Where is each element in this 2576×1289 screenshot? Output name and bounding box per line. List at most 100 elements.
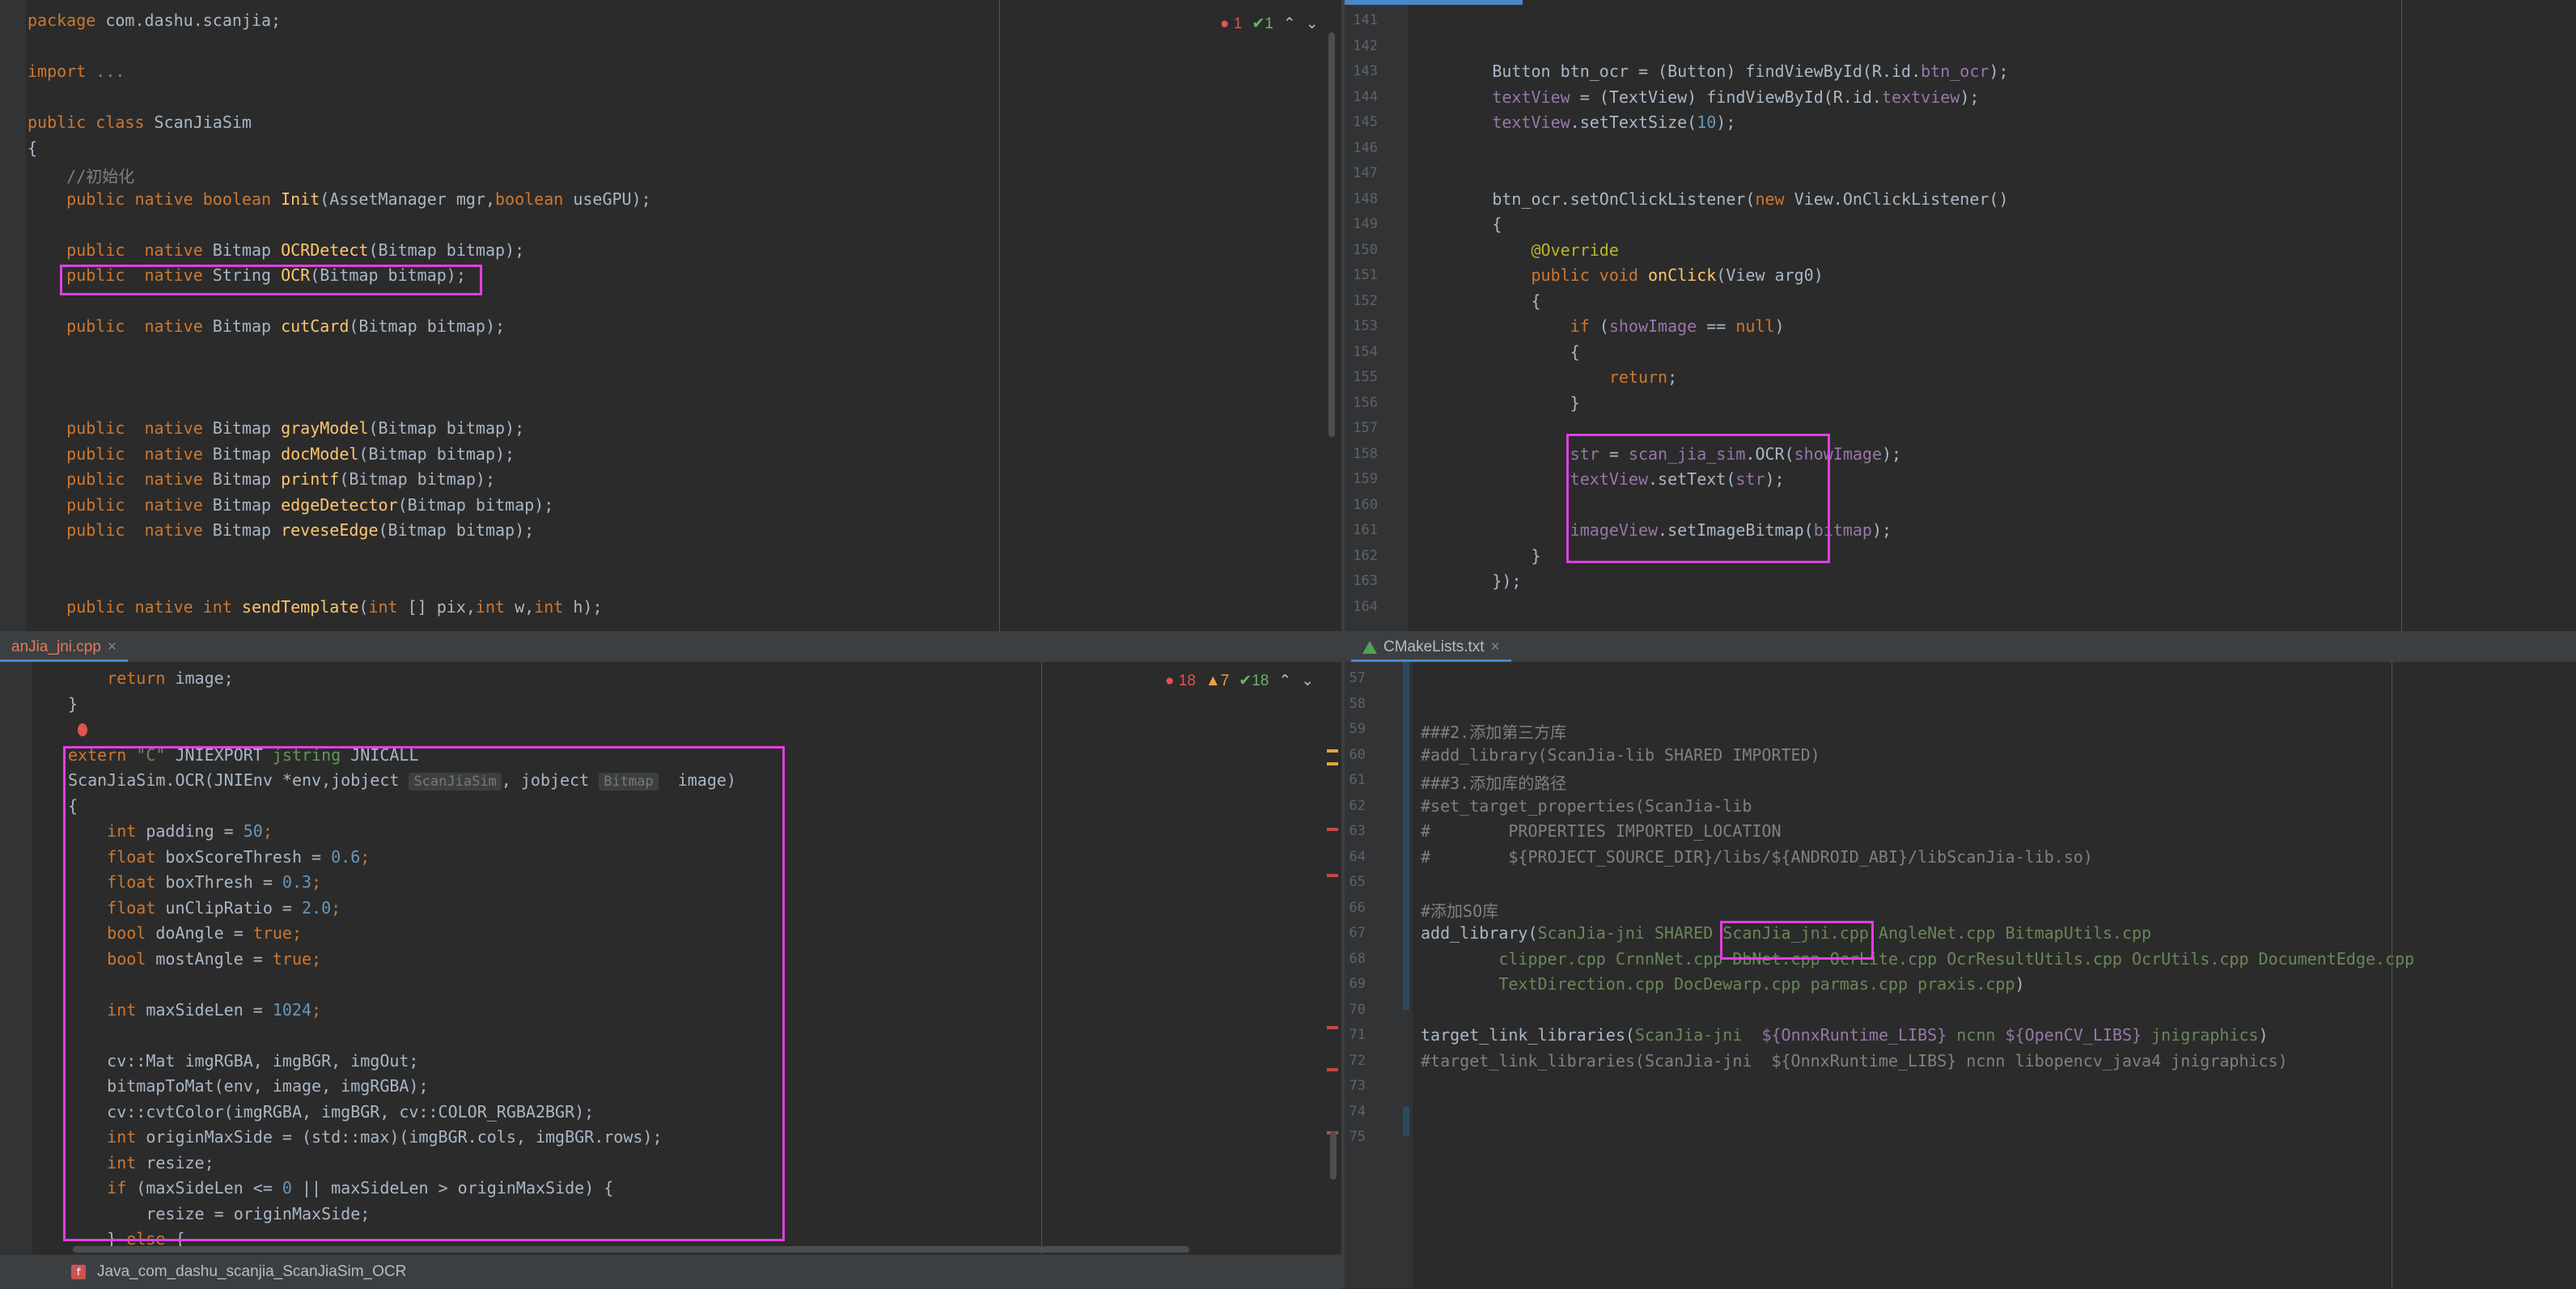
line-number: 161 xyxy=(1353,522,1378,538)
code-token: onClick xyxy=(1647,265,1717,285)
code-line[interactable]: public native boolean Init(AssetManager … xyxy=(28,189,651,209)
code-token: return xyxy=(68,668,176,688)
horizontal-scrollbar[interactable] xyxy=(73,1246,1189,1253)
code-token: # ${PROJECT_SOURCE_DIR}/libs/${ANDROID_A… xyxy=(1421,846,2093,867)
line-number: 142 xyxy=(1353,37,1378,54)
code-line[interactable]: return image; xyxy=(68,668,234,688)
code-line[interactable]: } xyxy=(68,694,78,714)
code-token: #set_target_properties(ScanJia-lib xyxy=(1421,795,1752,816)
code-line[interactable]: //初始化 xyxy=(28,163,134,187)
line-number: 68 xyxy=(1349,950,1366,967)
code-line[interactable]: #target_link_libraries(ScanJia-jni ${Onn… xyxy=(1421,1051,2288,1071)
code-line[interactable]: textView = (TextView) findViewById(R.id.… xyxy=(1414,87,1979,107)
chevron-up-icon[interactable]: ⌃ xyxy=(1283,15,1296,33)
code-token: ) xyxy=(1774,316,1785,336)
code-line[interactable]: textView.setTextSize(10); xyxy=(1414,112,1735,132)
vertical-scrollbar[interactable] xyxy=(1330,1131,1337,1180)
code-line[interactable]: public native Bitmap OCRDetect(Bitmap bi… xyxy=(28,240,524,260)
code-token: ); xyxy=(1882,443,1902,464)
close-icon[interactable]: × xyxy=(1491,638,1500,656)
line-number: 144 xyxy=(1353,88,1378,105)
tab-scanjia-jni-cpp[interactable]: anJia_jni.cpp × xyxy=(0,634,129,662)
code-token: .setTextSize( xyxy=(1570,112,1697,132)
code-token: textView xyxy=(1414,87,1580,107)
code-line[interactable]: if (showImage == null) xyxy=(1414,316,1785,336)
code-token: printf xyxy=(281,469,340,489)
line-number: 158 xyxy=(1353,445,1378,462)
code-line[interactable]: TextDirection.cpp DocDewarp.cpp parmas.c… xyxy=(1421,974,2024,994)
code-line[interactable]: #set_target_properties(ScanJia-lib xyxy=(1421,796,1752,816)
line-number: 150 xyxy=(1353,241,1378,258)
vertical-scrollbar[interactable] xyxy=(1328,32,1335,437)
code-line[interactable]: { xyxy=(1414,342,1580,362)
code-token: ncnn xyxy=(1956,1025,2006,1045)
chevron-down-icon[interactable]: ⌄ xyxy=(1306,15,1319,33)
code-token: new xyxy=(1755,189,1794,209)
code-token: ${OnnxRuntime_LIBS} xyxy=(1761,1025,1957,1045)
code-token: (Bitmap bitmap); xyxy=(378,520,535,540)
code-line[interactable]: import ... xyxy=(28,61,125,81)
breadcrumb[interactable]: Java_com_dashu_scanjia_ScanJiaSim_OCR xyxy=(97,1263,406,1281)
line-number: 141 xyxy=(1353,12,1378,28)
changed-lines-bar xyxy=(1403,1107,1409,1136)
close-icon[interactable]: × xyxy=(108,638,117,656)
code-line[interactable]: # PROPERTIES IMPORTED_LOCATION xyxy=(1421,821,1782,841)
code-line[interactable]: public native Bitmap printf(Bitmap bitma… xyxy=(28,469,495,489)
code-token: com.dashu.scanjia; xyxy=(105,11,282,30)
code-line[interactable]: ###2.添加第三方库 xyxy=(1421,719,1566,743)
line-number: 143 xyxy=(1353,63,1378,79)
code-token: public native boolean xyxy=(28,189,282,209)
inspection-badge[interactable]: ● 18 ▲7 ✔18 ⌃ ⌄ xyxy=(1165,672,1314,690)
code-line[interactable]: clipper.cpp CrnnNet.cpp DbNet.cpp OcrLit… xyxy=(1421,949,2414,969)
code-token: return xyxy=(1414,367,1668,387)
code-line[interactable]: Button btn_ocr = (Button) findViewById(R… xyxy=(1414,61,2008,81)
code-line[interactable]: public void onClick(View arg0) xyxy=(1414,265,1823,285)
inspection-badge[interactable]: ● 1 ✔1 ⌃ ⌄ xyxy=(1220,15,1319,33)
code-line[interactable]: return; xyxy=(1414,367,1677,387)
editor-pane-scanjiasim-java[interactable]: package com.dashu.scanjia; import ... publ… xyxy=(0,0,1341,631)
code-line[interactable]: public native Bitmap grayModel(Bitmap bi… xyxy=(28,418,524,438)
tab-bar: CMakeLists.txt × xyxy=(1345,634,2576,663)
code-line[interactable]: #添加SO库 xyxy=(1421,898,1498,922)
code-token: public native xyxy=(28,316,213,336)
editor-pane-scanjia-jni-cpp[interactable]: return image;} extern "C" JNIEXPORT jstri… xyxy=(0,662,1341,1254)
code-line[interactable]: }); xyxy=(1414,571,1521,591)
code-line[interactable]: } xyxy=(1414,546,1540,566)
code-token: (Bitmap bitmap); xyxy=(368,418,525,438)
code-line[interactable]: { xyxy=(1414,214,1502,234)
code-token: textview xyxy=(1881,87,1960,107)
tab-label: anJia_jni.cpp xyxy=(11,638,101,655)
code-line[interactable]: public native Bitmap cutCard(Bitmap bitm… xyxy=(28,316,505,336)
code-line[interactable]: public native Bitmap reveseEdge(Bitmap b… xyxy=(28,520,534,540)
code-token: #add_library(ScanJia-lib SHARED IMPORTED… xyxy=(1421,744,1820,765)
code-token: #target_link_libraries(ScanJia-jni ${Onn… xyxy=(1421,1050,2288,1071)
code-token: cutCard xyxy=(281,316,350,336)
code-line[interactable]: ###3.添加库的路径 xyxy=(1421,770,1566,794)
code-line[interactable]: package com.dashu.scanjia; xyxy=(28,11,281,30)
code-line[interactable]: @Override xyxy=(1414,240,1618,260)
editor-pane-activity-java[interactable]: 141 142 143 144 145 146 147 148 149 150 151 152 153 1… xyxy=(1345,0,2576,631)
code-line[interactable]: public native Bitmap docModel(Bitmap bit… xyxy=(28,444,515,464)
line-number: 57 xyxy=(1349,670,1366,686)
editor-pane-cmakelists[interactable]: 57 58 59 60 61 62 63 64 65 66 67 68 69 70 71 72 73 74 75 #… xyxy=(1345,662,2576,1288)
code-token: 10 xyxy=(1697,112,1717,132)
line-number: 66 xyxy=(1349,899,1366,916)
code-token: #添加SO库 xyxy=(1421,901,1499,921)
bulb-icon[interactable] xyxy=(78,723,87,736)
tab-cmakelists-txt[interactable]: CMakeLists.txt × xyxy=(1351,634,1511,662)
code-line[interactable]: # ${PROJECT_SOURCE_DIR}/libs/${ANDROID_A… xyxy=(1421,847,2093,867)
error-marker xyxy=(1327,1026,1338,1029)
code-line[interactable]: { xyxy=(28,138,37,158)
code-line[interactable]: public native Bitmap edgeDetector(Bitmap… xyxy=(28,495,553,515)
line-number: 159 xyxy=(1353,471,1378,487)
code-line[interactable]: btn_ocr.setOnClickListener(new View.OnCl… xyxy=(1414,189,2008,209)
chevron-down-icon[interactable]: ⌄ xyxy=(1301,672,1314,690)
code-line[interactable]: target_link_libraries(ScanJia-jni ${Onnx… xyxy=(1421,1025,2269,1045)
chevron-up-icon[interactable]: ⌃ xyxy=(1278,672,1291,690)
code-line[interactable]: } xyxy=(1414,393,1580,413)
code-line[interactable]: { xyxy=(1414,291,1540,311)
code-line[interactable]: public class ScanJiaSim xyxy=(28,112,252,132)
code-line[interactable]: #add_library(ScanJia-lib SHARED IMPORTED… xyxy=(1421,745,1820,765)
code-line[interactable]: public native int sendTemplate(int [] pi… xyxy=(28,597,602,617)
line-number: 154 xyxy=(1353,343,1378,360)
